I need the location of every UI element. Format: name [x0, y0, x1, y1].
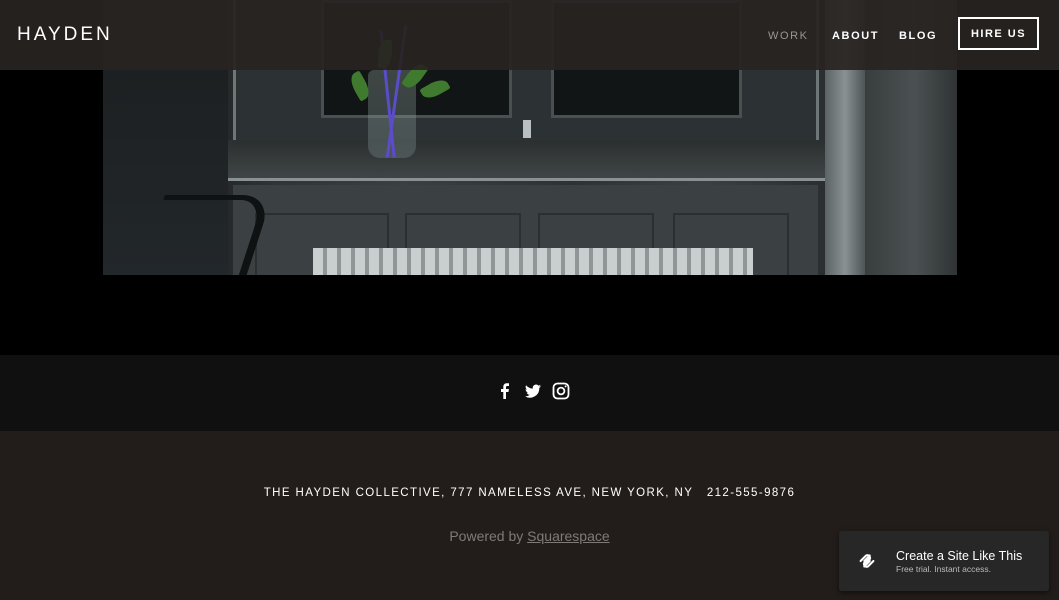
- badge-subtitle: Free trial. Instant access.: [896, 564, 991, 574]
- instagram-icon[interactable]: [551, 381, 571, 401]
- hire-us-button[interactable]: HIRE US: [958, 17, 1039, 50]
- squarespace-link[interactable]: Squarespace: [527, 528, 610, 544]
- nav-item-blog[interactable]: BLOG: [899, 30, 937, 42]
- window-sill: [228, 140, 828, 181]
- nav-item-about[interactable]: ABOUT: [832, 30, 879, 42]
- nav-item-work[interactable]: WORK: [768, 30, 809, 42]
- powered-by-prefix: Powered by: [449, 528, 528, 544]
- radiator: [313, 248, 753, 275]
- site-header: HAYDEN WORK ABOUT BLOG HIRE US: [0, 0, 1059, 70]
- twitter-icon[interactable]: [523, 381, 543, 401]
- squarespace-logo-icon: [859, 554, 875, 568]
- window-latch: [523, 120, 531, 138]
- facebook-icon[interactable]: [495, 381, 515, 401]
- create-site-badge[interactable]: Create a Site Like This Free trial. Inst…: [839, 531, 1049, 591]
- footer-address: THE HAYDEN COLLECTIVE, 777 NAMELESS AVE,…: [263, 487, 796, 499]
- site-logo[interactable]: HAYDEN: [17, 24, 113, 46]
- social-icons: [495, 381, 571, 401]
- badge-title: Create a Site Like This: [896, 549, 1023, 563]
